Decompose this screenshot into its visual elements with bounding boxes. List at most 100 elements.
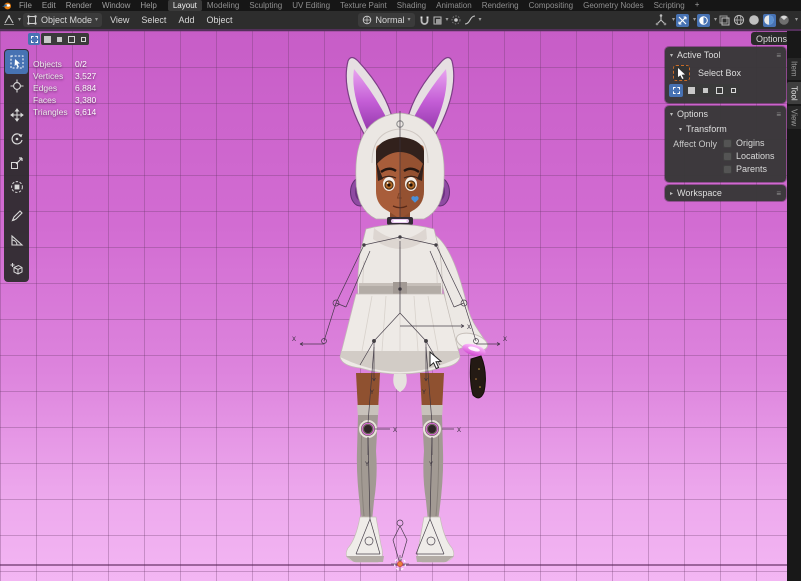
chevron-right-icon: ▸ bbox=[670, 190, 673, 197]
shading-solid-icon[interactable] bbox=[748, 14, 761, 27]
chevron-down-icon: ▾ bbox=[446, 17, 449, 23]
chevron-down-icon: ▾ bbox=[670, 111, 673, 118]
panel-options-header[interactable]: ▾ Options ≡ bbox=[665, 106, 786, 122]
tool-select-box[interactable] bbox=[5, 50, 28, 74]
workspace-tabs: Layout Modeling Sculpting UV Editing Tex… bbox=[168, 0, 705, 11]
tool-cursor[interactable] bbox=[5, 74, 28, 98]
panel-workspace-header[interactable]: ▸ Workspace ≡ bbox=[665, 185, 786, 201]
locations-checkbox[interactable] bbox=[723, 152, 732, 161]
checkbox-row-locations: Locations bbox=[723, 151, 775, 161]
active-tool-header-label: Active Tool bbox=[677, 50, 720, 60]
select-mode-invert-button[interactable] bbox=[712, 84, 726, 97]
tool-rotate[interactable] bbox=[5, 127, 28, 151]
object-mode-icon bbox=[27, 15, 37, 25]
chevron-down-icon: ▾ bbox=[18, 17, 21, 23]
select-mode-buttons bbox=[28, 33, 89, 45]
tool-measure[interactable] bbox=[5, 228, 28, 252]
orientation-icon bbox=[362, 15, 372, 25]
tab-shading[interactable]: Shading bbox=[392, 0, 431, 11]
svg-text:X: X bbox=[393, 428, 397, 434]
parents-checkbox[interactable] bbox=[723, 165, 732, 174]
origins-checkbox[interactable] bbox=[723, 139, 732, 148]
select-mode-new-button[interactable] bbox=[28, 33, 40, 45]
tool-move[interactable] bbox=[5, 103, 28, 127]
render-region-icon[interactable] bbox=[718, 14, 731, 27]
viewport-3d[interactable]: Options ▾ bbox=[0, 29, 801, 581]
proportional-editing-icon[interactable] bbox=[450, 14, 463, 27]
panel-grip-icon[interactable]: ≡ bbox=[776, 189, 781, 198]
shading-wireframe-icon[interactable] bbox=[733, 14, 746, 27]
scene-statistics: Objects0/2 Vertices3,527 Edges6,884 Face… bbox=[33, 58, 96, 118]
snap-magnet-icon[interactable] bbox=[418, 14, 431, 27]
tab-layout[interactable]: Layout bbox=[168, 0, 202, 11]
select-mode-invert-button[interactable] bbox=[65, 33, 77, 45]
menu-object[interactable]: Object bbox=[200, 15, 238, 25]
tool-add-cube[interactable] bbox=[5, 257, 28, 281]
toolbar-tools bbox=[4, 49, 29, 282]
tool-transform[interactable] bbox=[5, 175, 28, 199]
mode-dropdown[interactable]: Object Mode ▾ bbox=[23, 13, 102, 27]
select-mode-new-button[interactable] bbox=[669, 84, 683, 97]
shading-rendered-icon[interactable] bbox=[778, 14, 791, 27]
chevron-down-icon: ▾ bbox=[95, 17, 98, 23]
origins-label: Origins bbox=[736, 138, 765, 148]
tab-sculpting[interactable]: Sculpting bbox=[244, 0, 287, 11]
transform-orientation-dropdown[interactable]: Normal ▾ bbox=[358, 13, 414, 27]
sidebar-tab-tool[interactable]: Tool bbox=[787, 82, 801, 104]
select-mode-intersect-button[interactable] bbox=[77, 33, 89, 45]
menu-edit[interactable]: Edit bbox=[37, 0, 61, 11]
top-menu-bar: File Edit Render Window Help Layout Mode… bbox=[0, 0, 801, 11]
menu-render[interactable]: Render bbox=[61, 0, 97, 11]
xray-dropdown[interactable]: ▾ bbox=[696, 14, 717, 27]
checkbox-row-parents: Parents bbox=[723, 164, 775, 174]
svg-text:Y: Y bbox=[422, 390, 426, 396]
panel-grip-icon[interactable]: ≡ bbox=[776, 110, 781, 119]
transform-subpanel-header[interactable]: ▾ Transform bbox=[665, 122, 786, 136]
xray-toggle-icon[interactable] bbox=[697, 14, 710, 27]
panel-grip-icon[interactable]: ≡ bbox=[776, 51, 781, 60]
blender-logo-icon[interactable] bbox=[0, 1, 14, 10]
svg-text:X: X bbox=[467, 325, 471, 331]
select-mode-extend-button[interactable] bbox=[41, 33, 53, 45]
tab-uv-editing[interactable]: UV Editing bbox=[287, 0, 335, 11]
sidebar-tab-item[interactable]: Item bbox=[787, 58, 801, 80]
menu-select[interactable]: Select bbox=[135, 15, 172, 25]
tab-compositing[interactable]: Compositing bbox=[524, 0, 578, 11]
tab-animation[interactable]: Animation bbox=[431, 0, 477, 11]
tab-geometry-nodes[interactable]: Geometry Nodes bbox=[578, 0, 648, 11]
select-mode-subtract-button[interactable] bbox=[698, 84, 712, 97]
workspace-header-label: Workspace bbox=[677, 188, 722, 198]
editor-type-dropdown[interactable]: ▾ bbox=[3, 14, 21, 26]
overlays-dropdown[interactable]: ▾ bbox=[675, 14, 696, 27]
gizmo-icon[interactable] bbox=[655, 14, 668, 27]
tab-scripting[interactable]: Scripting bbox=[649, 0, 690, 11]
tool-scale[interactable] bbox=[5, 151, 28, 175]
falloff-curve-dropdown[interactable]: ▾ bbox=[464, 15, 482, 26]
parents-label: Parents bbox=[736, 164, 767, 174]
add-workspace-button[interactable]: + bbox=[690, 0, 705, 11]
tab-rendering[interactable]: Rendering bbox=[477, 0, 524, 11]
tool-annotate[interactable] bbox=[5, 204, 28, 228]
options-label: Options bbox=[756, 34, 787, 44]
select-mode-subtract-button[interactable] bbox=[53, 33, 65, 45]
shading-material-icon[interactable] bbox=[763, 14, 776, 27]
stat-objects: Objects0/2 bbox=[33, 58, 96, 70]
tab-modeling[interactable]: Modeling bbox=[202, 0, 244, 11]
select-mode-extend-button[interactable] bbox=[684, 84, 698, 97]
panel-select-mode-buttons bbox=[665, 84, 786, 97]
menu-file[interactable]: File bbox=[14, 0, 37, 11]
menu-window[interactable]: Window bbox=[97, 0, 135, 11]
snap-settings-dropdown[interactable]: ▾ bbox=[432, 15, 449, 26]
menu-add[interactable]: Add bbox=[172, 15, 200, 25]
select-mode-intersect-button[interactable] bbox=[726, 84, 740, 97]
panel-active-tool-header[interactable]: ▾ Active Tool ≡ bbox=[665, 47, 786, 63]
checkbox-row-origins: Origins bbox=[723, 138, 775, 148]
menu-help[interactable]: Help bbox=[135, 0, 161, 11]
overlays-icon[interactable] bbox=[676, 14, 689, 27]
sidebar-tab-view[interactable]: View bbox=[787, 106, 801, 129]
affect-only-label: Affect Only bbox=[671, 139, 723, 174]
stat-vertices: Vertices3,527 bbox=[33, 70, 96, 82]
tab-texture-paint[interactable]: Texture Paint bbox=[335, 0, 392, 11]
menu-view[interactable]: View bbox=[104, 15, 135, 25]
gizmo-dropdown[interactable]: ▾ bbox=[654, 14, 675, 27]
